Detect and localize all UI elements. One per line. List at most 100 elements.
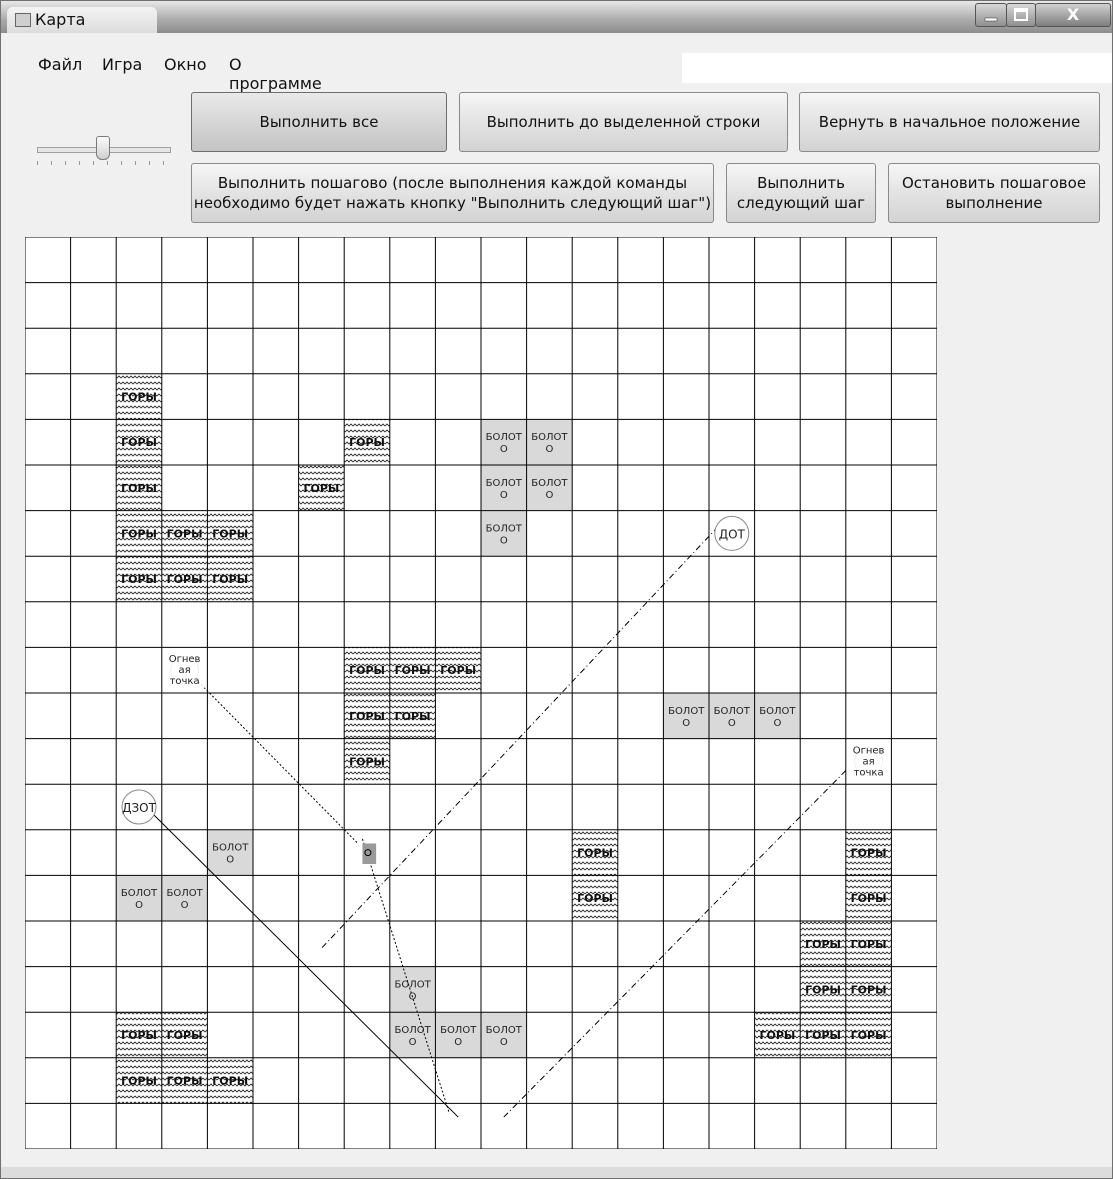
swamp-label: БОЛОТ bbox=[531, 432, 568, 443]
swamp-label-suffix: О bbox=[181, 900, 189, 911]
mountain-label: ГОРЫ bbox=[121, 391, 157, 404]
mountain-label: ГОРЫ bbox=[121, 482, 157, 495]
mountain-label: ГОРЫ bbox=[349, 755, 385, 768]
marker-label: точка bbox=[854, 767, 884, 778]
marker-label: ая bbox=[179, 665, 191, 676]
swamp-label-suffix: О bbox=[728, 718, 736, 729]
swamp-label: БОЛОТ bbox=[121, 888, 158, 899]
swamp-label-suffix: О bbox=[545, 444, 553, 455]
swamp-label: БОЛОТ bbox=[759, 706, 796, 717]
mountain-label: ГОРЫ bbox=[577, 847, 613, 860]
mountain-label: ГОРЫ bbox=[395, 710, 431, 723]
marker-label: ая bbox=[863, 756, 875, 767]
marker-label: точка bbox=[170, 676, 200, 687]
maximize-icon bbox=[1014, 8, 1028, 21]
swamp-label: БОЛОТ bbox=[394, 1025, 431, 1036]
mountain-label: ГОРЫ bbox=[577, 892, 613, 905]
mountain-label: ГОРЫ bbox=[212, 573, 248, 586]
slider-ticks bbox=[37, 161, 169, 165]
status-bar bbox=[1, 1167, 1112, 1178]
menu-window[interactable]: Окно bbox=[164, 55, 207, 74]
mountain-label: ГОРЫ bbox=[303, 482, 339, 495]
swamp-label: БОЛОТ bbox=[212, 843, 249, 854]
swamp-label-suffix: О bbox=[500, 444, 508, 455]
swamp-label-suffix: О bbox=[409, 991, 417, 1002]
mountain-label: ГОРЫ bbox=[212, 527, 248, 540]
mountain-label: ГОРЫ bbox=[851, 983, 887, 996]
step-mode-line-1: Выполнить пошагово (после выполнения каж… bbox=[217, 174, 688, 192]
run-all-button[interactable]: Выполнить все bbox=[191, 92, 447, 152]
close-icon: X bbox=[1066, 5, 1080, 24]
slider-thumb[interactable] bbox=[96, 136, 110, 160]
swamp-label-suffix: О bbox=[135, 900, 143, 911]
unit-icon bbox=[362, 843, 377, 864]
main-window: Карта X Файл Игра Окно О программе Выпол… bbox=[0, 0, 1113, 1179]
mountain-label: ГОРЫ bbox=[212, 1075, 248, 1088]
mountain-label: ГОРЫ bbox=[167, 527, 203, 540]
mountain-label: ГОРЫ bbox=[167, 1075, 203, 1088]
run-to-selected-button[interactable]: Выполнить до выделенной строки bbox=[459, 92, 788, 152]
reset-position-button[interactable]: Вернуть в начальное положение bbox=[799, 92, 1100, 152]
minimize-icon bbox=[984, 17, 998, 22]
mountain-label: ГОРЫ bbox=[395, 664, 431, 677]
mountain-label: ГОРЫ bbox=[805, 1029, 841, 1042]
mountain-label: ГОРЫ bbox=[851, 1029, 887, 1042]
next-step-line-1: Выполнить bbox=[757, 174, 845, 192]
swamp-label: БОЛОТ bbox=[531, 478, 568, 489]
marker-label: ДЗОТ bbox=[122, 801, 157, 815]
swamp-label: БОЛОТ bbox=[486, 1025, 523, 1036]
mountain-label: ГОРЫ bbox=[167, 1029, 203, 1042]
swamp-label-suffix: О bbox=[682, 718, 690, 729]
game-map[interactable]: ГОРЫ ГОРЫ ГОРЫ ГОРЫ ГОРЫ ГОРЫ ГОРЫ ГОРЫ ГОРЫ ГОРЫ… bbox=[24, 236, 938, 1150]
maximize-button[interactable] bbox=[1006, 3, 1036, 27]
swamp-label-suffix: О bbox=[454, 1037, 462, 1048]
menu-about[interactable]: О программе bbox=[229, 55, 322, 93]
menu-blank-area bbox=[682, 53, 1112, 83]
swamp-label: БОЛОТ bbox=[668, 706, 705, 717]
marker-label: Огнев bbox=[169, 654, 201, 665]
menu-game[interactable]: Игра bbox=[102, 55, 142, 74]
mountain-label: ГОРЫ bbox=[805, 983, 841, 996]
mountain-label: ГОРЫ bbox=[349, 436, 385, 449]
swamp-label: БОЛОТ bbox=[486, 478, 523, 489]
swamp-label-suffix: О bbox=[500, 490, 508, 501]
mountain-label: ГОРЫ bbox=[851, 847, 887, 860]
mountain-label: ГОРЫ bbox=[121, 1029, 157, 1042]
stop-step-line-1: Остановить пошаговое bbox=[901, 174, 1087, 192]
mountain-label: ГОРЫ bbox=[349, 710, 385, 723]
mountain-label: ГОРЫ bbox=[851, 892, 887, 905]
mountain-label: ГОРЫ bbox=[121, 573, 157, 586]
next-step-line-2: следующий шаг bbox=[736, 194, 866, 212]
swamp-label-suffix: О bbox=[545, 490, 553, 501]
mountain-label: ГОРЫ bbox=[851, 938, 887, 951]
marker-label: Огнев bbox=[853, 745, 885, 756]
swamp-label: БОЛОТ bbox=[714, 706, 751, 717]
step-mode-button[interactable]: Выполнить пошагово (после выполнения каж… bbox=[191, 163, 714, 223]
stop-step-line-2: выполнение bbox=[945, 194, 1043, 212]
menu-file[interactable]: Файл bbox=[38, 55, 82, 74]
step-mode-line-2: необходимо будет нажать кнопку "Выполнит… bbox=[193, 194, 712, 212]
mountain-label: ГОРЫ bbox=[805, 938, 841, 951]
marker-label: ДОТ bbox=[719, 527, 746, 541]
app-icon[interactable] bbox=[15, 13, 31, 27]
map-canvas[interactable]: ГОРЫ ГОРЫ ГОРЫ ГОРЫ ГОРЫ ГОРЫ ГОРЫ ГОРЫ ГОРЫ ГОРЫ… bbox=[24, 236, 938, 1150]
minimize-button[interactable] bbox=[975, 3, 1007, 27]
title-bar[interactable]: Карта X bbox=[1, 1, 1112, 33]
mountain-label: ГОРЫ bbox=[167, 573, 203, 586]
window-title: Карта bbox=[35, 10, 86, 29]
mountain-label: ГОРЫ bbox=[349, 664, 385, 677]
swamp-label: БОЛОТ bbox=[486, 523, 523, 534]
swamp-label-suffix: О bbox=[409, 1037, 417, 1048]
swamp-label: БОЛОТ bbox=[394, 979, 431, 990]
mountain-label: ГОРЫ bbox=[121, 527, 157, 540]
swamp-label-suffix: О bbox=[500, 1037, 508, 1048]
close-button[interactable]: X bbox=[1035, 3, 1111, 27]
next-step-button[interactable]: Выполнить следующий шаг bbox=[726, 163, 876, 223]
mountain-label: ГОРЫ bbox=[121, 436, 157, 449]
swamp-label: БОЛОТ bbox=[166, 888, 203, 899]
swamp-label-suffix: О bbox=[500, 535, 508, 546]
stop-step-button[interactable]: Остановить пошаговое выполнение bbox=[888, 163, 1100, 223]
speed-slider[interactable] bbox=[33, 134, 173, 174]
mountain-label: ГОРЫ bbox=[440, 664, 476, 677]
swamp-label: БОЛОТ bbox=[486, 432, 523, 443]
